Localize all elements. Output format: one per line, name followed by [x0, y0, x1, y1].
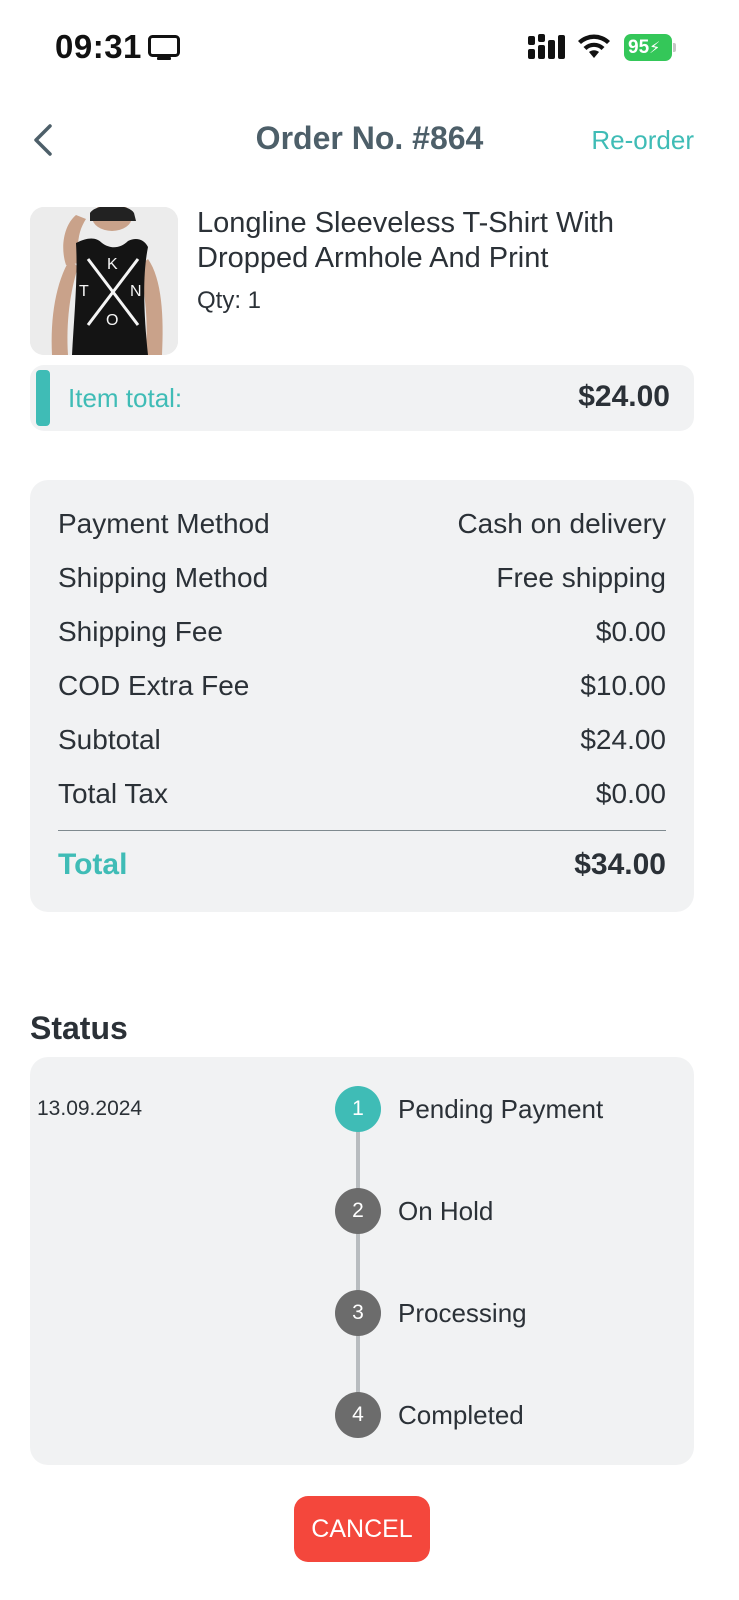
print-letter-t: T: [79, 283, 89, 300]
battery-tip: [673, 43, 676, 52]
summary-value: $10.00: [580, 670, 666, 701]
status-time: 09:31: [55, 28, 142, 65]
print-letter-n: N: [130, 283, 142, 300]
product-image[interactable]: K T N O: [30, 207, 178, 355]
summary-row-cod-extra-fee: COD Extra Fee $10.00: [58, 670, 666, 710]
status-date: 13.09.2024: [37, 1097, 143, 1120]
status-bar: 09:31 95⚡: [0, 0, 739, 96]
item-total-label: Item total:: [68, 383, 183, 413]
product-qty: Qty: 1: [197, 287, 262, 314]
summary-row-payment-method: Payment Method Cash on delivery: [58, 508, 666, 548]
timeline-line: [356, 1129, 360, 1415]
reorder-button[interactable]: Re-order: [591, 125, 694, 156]
status-timeline: 13.09.2024 1 Pending Payment 2 On Hold 3…: [30, 1057, 694, 1465]
screen-mirror-icon: [148, 35, 180, 66]
status-step-processing: 3 Processing: [335, 1290, 695, 1338]
item-total-accent: [36, 370, 50, 426]
summary-row-total-tax: Total Tax $0.00: [58, 778, 666, 818]
summary-label: Shipping Fee: [58, 616, 224, 647]
step-label: Processing: [398, 1298, 527, 1328]
print-letter-o: O: [106, 312, 118, 329]
step-label: Completed: [398, 1400, 524, 1430]
battery-level: 95: [628, 37, 650, 58]
summary-total-row: Total $34.00: [58, 848, 666, 888]
total-label: Total: [58, 848, 128, 881]
summary-value: $0.00: [595, 778, 666, 809]
summary-label: Payment Method: [58, 508, 270, 539]
status-step-completed: 4 Completed: [335, 1392, 695, 1440]
summary-value: Cash on delivery: [457, 508, 666, 539]
summary-label: Subtotal: [58, 724, 161, 755]
product-name[interactable]: Longline Sleeveless T-Shirt With Dropped…: [197, 206, 677, 276]
charging-icon: ⚡: [649, 40, 661, 57]
cancel-button[interactable]: CANCEL: [294, 1496, 430, 1562]
summary-value: Free shipping: [496, 562, 666, 593]
summary-value: $24.00: [580, 724, 666, 755]
summary-label: Total Tax: [58, 778, 168, 809]
step-label: Pending Payment: [398, 1094, 604, 1124]
total-value: $34.00: [574, 848, 666, 881]
order-summary: Payment Method Cash on delivery Shipping…: [30, 480, 694, 912]
summary-value: $0.00: [595, 616, 666, 647]
summary-row-shipping-method: Shipping Method Free shipping: [58, 562, 666, 602]
item-total-bar: Item total: $24.00: [30, 365, 694, 431]
print-letter-k: K: [107, 256, 118, 273]
summary-label: COD Extra Fee: [58, 670, 250, 701]
status-step-on-hold: 2 On Hold: [335, 1188, 695, 1236]
header: Order No. #864 Re-order: [0, 100, 739, 180]
signal-icon: [528, 34, 566, 65]
step-label: On Hold: [398, 1196, 494, 1226]
summary-label: Shipping Method: [58, 562, 269, 593]
status-heading: Status: [30, 1010, 128, 1046]
status-step-pending-payment: 1 Pending Payment: [335, 1086, 695, 1134]
step-number: 1: [335, 1086, 381, 1132]
summary-divider: [58, 830, 666, 831]
step-number: 4: [335, 1392, 381, 1438]
summary-row-subtotal: Subtotal $24.00: [58, 724, 666, 764]
item-total-value: $24.00: [578, 380, 670, 413]
step-number: 3: [335, 1290, 381, 1336]
wifi-icon: [577, 34, 611, 65]
summary-row-shipping-fee: Shipping Fee $0.00: [58, 616, 666, 656]
step-number: 2: [335, 1188, 381, 1234]
battery-icon: 95⚡: [624, 34, 672, 61]
